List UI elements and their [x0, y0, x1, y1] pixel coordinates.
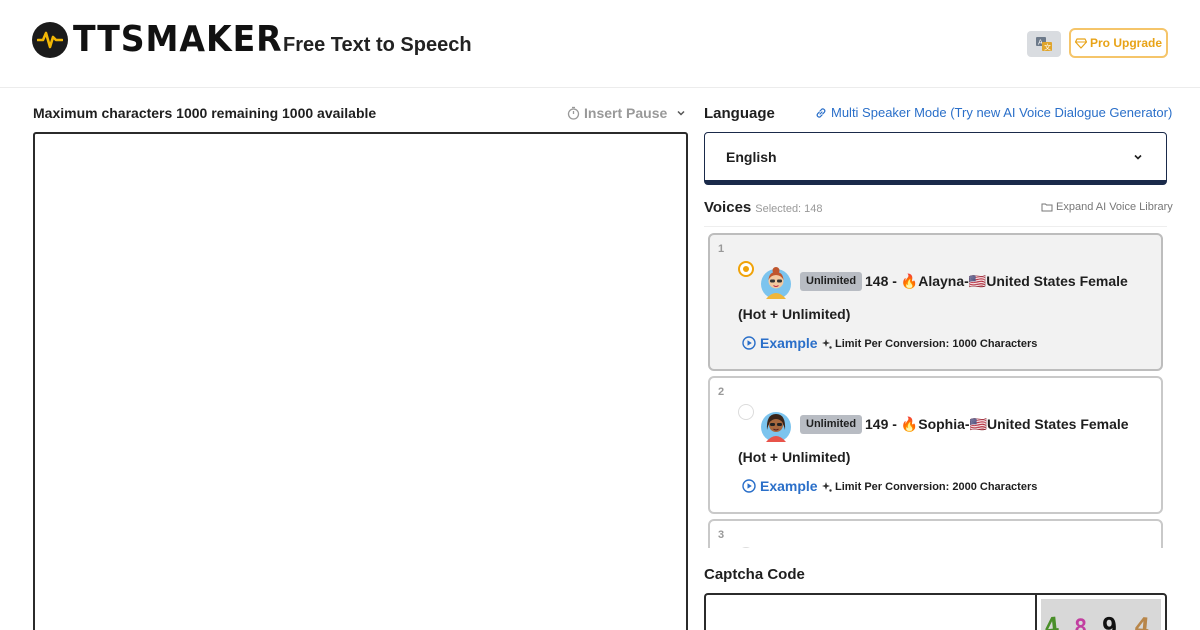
waveform-logo-icon [32, 22, 68, 58]
unlimited-badge: Unlimited [800, 272, 863, 291]
play-circle-icon [742, 336, 756, 350]
voice-list[interactable]: 1 Unlimited 148 - 🔥Alayna-🇺🇸United State… [704, 226, 1167, 548]
voice-index: 3 [718, 529, 725, 541]
play-circle-icon [742, 479, 756, 493]
voice-index: 2 [718, 386, 725, 398]
voices-label: Voices Selected: 148 [704, 199, 823, 216]
pro-upgrade-button[interactable]: Pro Upgrade [1069, 28, 1168, 58]
conversion-limit: Limit Per Conversion: 2000 Characters [822, 481, 1037, 493]
voice-radio[interactable] [738, 547, 754, 548]
translate-icon: A 文 [1036, 37, 1052, 52]
translate-button[interactable]: A 文 [1027, 31, 1061, 57]
captcha-char: 8 [1074, 616, 1088, 630]
expand-voice-library-label: Expand AI Voice Library [1056, 201, 1173, 213]
multi-speaker-link-label: Multi Speaker Mode (Try new AI Voice Dia… [831, 105, 1173, 120]
voice-index: 1 [718, 243, 725, 255]
avatar-alayna-icon [761, 267, 791, 299]
folder-icon [1041, 203, 1053, 212]
link-icon [816, 107, 826, 118]
insert-pause-dropdown[interactable]: Insert Pause [567, 105, 687, 121]
svg-text:文: 文 [1044, 43, 1051, 52]
captcha-image[interactable]: 4 8 9 4 [1035, 593, 1167, 630]
example-play-button[interactable]: Example [742, 335, 818, 351]
unlimited-badge: Unlimited [800, 415, 863, 434]
voice-title: 148 - 🔥Alayna-🇺🇸United States Female [865, 273, 1128, 289]
text-input-area[interactable] [33, 132, 688, 630]
conversion-limit-text: Limit Per Conversion: 1000 Characters [835, 338, 1038, 350]
voice-title-line2: (Hot + Unlimited) [738, 449, 851, 465]
language-select[interactable]: English [704, 132, 1167, 185]
example-label: Example [760, 335, 818, 351]
voice-title-line2: (Hot + Unlimited) [738, 306, 851, 322]
example-label: Example [760, 478, 818, 494]
chevron-down-icon [677, 110, 685, 116]
language-selected-value: English [726, 149, 777, 165]
pro-upgrade-label: Pro Upgrade [1089, 36, 1162, 50]
chevron-down-icon [1134, 154, 1142, 160]
diamond-icon [1074, 37, 1087, 49]
voice-card-alayna[interactable]: 1 Unlimited 148 - 🔥Alayna-🇺🇸United State… [708, 233, 1163, 371]
stopwatch-icon [567, 106, 580, 120]
captcha-char: 4 [1132, 612, 1151, 630]
conversion-limit-text: Limit Per Conversion: 2000 Characters [835, 481, 1038, 493]
language-label: Language [704, 105, 775, 122]
voice-radio[interactable] [738, 404, 754, 420]
captcha-char: 9 [1101, 612, 1119, 630]
captcha-char: 4 [1042, 612, 1062, 630]
voice-radio-selected[interactable] [738, 261, 754, 277]
sparkle-icon [822, 339, 832, 349]
logo[interactable]: TTSMAKER [32, 22, 301, 58]
voice-card-3[interactable]: 3 [708, 519, 1163, 548]
voice-title: 149 - 🔥Sophia-🇺🇸United States Female [865, 416, 1129, 432]
voices-title: Voices [704, 199, 752, 216]
voices-selected-count: Selected: 148 [755, 203, 823, 215]
multi-speaker-mode-link[interactable]: Multi Speaker Mode (Try new AI Voice Dia… [815, 105, 1172, 120]
tagline: Free Text to Speech [283, 34, 472, 56]
voice-card-sophia[interactable]: 2 Unlimited 149 - 🔥Sophia-🇺🇸United State… [708, 376, 1163, 514]
captcha-input[interactable] [704, 593, 1037, 630]
character-limit-info: Maximum characters 1000 remaining 1000 a… [33, 105, 377, 121]
captcha-label: Captcha Code [704, 566, 805, 583]
expand-voice-library-link[interactable]: Expand AI Voice Library [1041, 201, 1173, 213]
example-play-button[interactable]: Example [742, 478, 818, 494]
logo-text: TTSMAKER [73, 19, 283, 60]
captcha-image-background: 4 8 9 4 [1041, 599, 1161, 630]
sparkle-icon [822, 482, 832, 492]
header: TTSMAKER Free Text to Speech A 文 Pro Upg… [0, 0, 1200, 88]
avatar-sophia-icon [761, 412, 791, 442]
conversion-limit: Limit Per Conversion: 1000 Characters [822, 338, 1037, 350]
insert-pause-label: Insert Pause [584, 105, 668, 121]
